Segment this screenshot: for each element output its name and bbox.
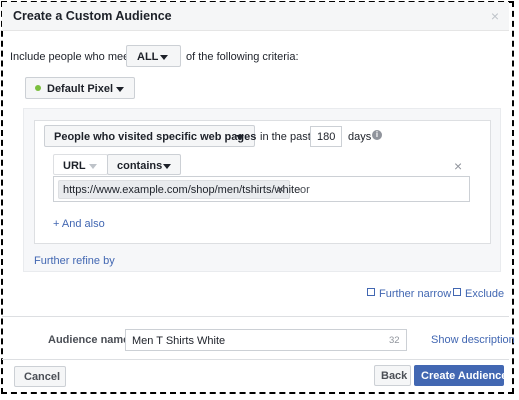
pixel-status-dot xyxy=(35,85,41,91)
footer-divider xyxy=(2,359,509,360)
section-divider xyxy=(2,316,509,317)
chevron-down-icon xyxy=(236,131,244,143)
url-field-value: URL xyxy=(63,160,86,172)
audience-name-label: Audience name xyxy=(48,334,130,346)
audience-name-value: Men T Shirts White xyxy=(132,335,226,347)
cancel-label: Cancel xyxy=(24,371,61,383)
narrow-icon xyxy=(367,288,375,296)
exclude-link[interactable]: Exclude xyxy=(465,288,504,300)
pixel-label: Default Pixel xyxy=(47,83,114,95)
audience-name-input[interactable]: Men T Shirts White 32 xyxy=(125,329,407,351)
match-type-value: ALL xyxy=(137,51,159,63)
in-the-past-label: in the past xyxy=(260,131,311,143)
dialog-title: Create a Custom Audience xyxy=(13,9,172,23)
visitor-type-value: People who visited specific web pages xyxy=(54,131,257,143)
days-label: days xyxy=(348,131,372,143)
add-also-link[interactable]: + And also xyxy=(53,218,105,230)
remove-rule-icon[interactable]: × xyxy=(454,158,462,174)
url-token: https://www.example.com/shop/men/tshirts… xyxy=(58,180,300,199)
show-description-link[interactable]: Show description xyxy=(431,334,515,346)
url-token-value: https://www.example.com/shop/men/tshirts… xyxy=(63,184,301,196)
pixel-dropdown[interactable]: Default Pixel xyxy=(25,77,135,99)
url-field-dropdown[interactable]: URL xyxy=(53,154,108,175)
days-input[interactable]: 180 xyxy=(310,126,342,147)
operator-value: contains xyxy=(117,160,163,172)
chevron-down-icon xyxy=(160,51,168,63)
chevron-down-icon xyxy=(89,160,97,172)
token-remove-icon[interactable]: × xyxy=(277,182,284,196)
visitor-type-dropdown[interactable]: People who visited specific web pages xyxy=(44,125,257,147)
close-icon[interactable]: × xyxy=(491,8,499,24)
criteria-suffix: of the following criteria: xyxy=(186,51,299,63)
info-icon[interactable]: i xyxy=(372,130,382,140)
chevron-down-icon xyxy=(116,83,124,95)
or-label: or xyxy=(300,184,310,196)
cancel-button[interactable]: Cancel xyxy=(14,366,66,387)
criteria-prefix: Include people who meet xyxy=(10,51,133,63)
days-value: 180 xyxy=(317,131,336,143)
match-type-dropdown[interactable]: ALL xyxy=(126,45,181,67)
operator-dropdown[interactable]: contains xyxy=(107,154,181,175)
dialog-header: Create a Custom Audience × xyxy=(2,2,509,31)
back-button[interactable]: Back xyxy=(374,365,411,386)
create-audience-button[interactable]: Create Audience xyxy=(414,365,508,386)
char-count: 32 xyxy=(389,335,400,346)
chevron-down-icon xyxy=(163,160,171,172)
back-label: Back xyxy=(381,370,408,382)
further-refine-link[interactable]: Further refine by xyxy=(34,255,115,267)
create-audience-label: Create Audience xyxy=(421,370,508,382)
url-token-input[interactable]: https://www.example.com/shop/men/tshirts… xyxy=(53,176,470,202)
exclude-icon xyxy=(453,288,461,296)
further-narrow-link[interactable]: Further narrow xyxy=(379,288,451,300)
